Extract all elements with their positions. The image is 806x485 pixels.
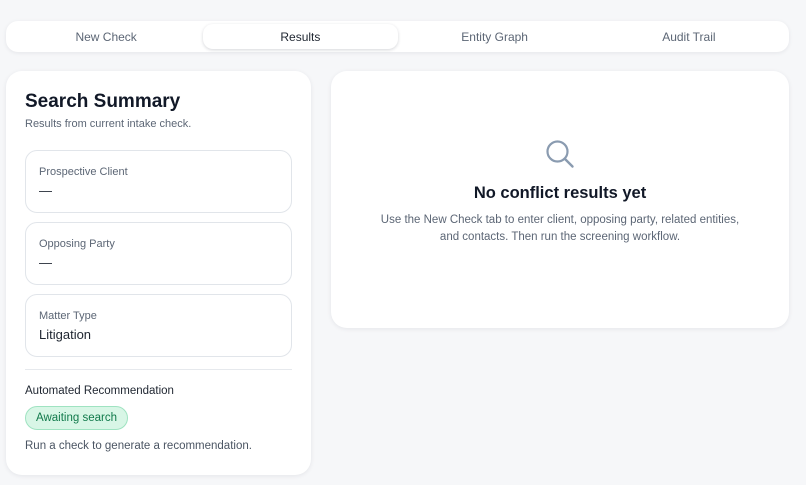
tab-bar: New Check Results Entity Graph Audit Tra…: [6, 21, 789, 52]
divider: [25, 369, 292, 370]
tab-audit-trail[interactable]: Audit Trail: [592, 24, 786, 49]
field-value: Litigation: [39, 327, 92, 342]
search-summary-panel: Search Summary Results from current inta…: [6, 71, 311, 475]
search-icon: [546, 140, 574, 168]
results-panel: No conflict results yet Use the New Chec…: [331, 71, 789, 328]
summary-title: Search Summary: [25, 91, 181, 112]
status-badge: Awaiting search: [25, 406, 128, 430]
field-label: Opposing Party: [39, 238, 115, 250]
empty-state-message: Use the New Check tab to enter client, o…: [380, 214, 740, 243]
tab-results[interactable]: Results: [203, 24, 398, 49]
field-value: —: [39, 183, 52, 198]
field-label: Prospective Client: [39, 166, 128, 178]
empty-state-title: No conflict results yet: [473, 184, 647, 202]
field-label: Matter Type: [39, 310, 97, 322]
tab-entity-graph[interactable]: Entity Graph: [398, 24, 592, 49]
summary-subtitle: Results from current intake check.: [25, 118, 192, 130]
recommendation-note: Run a check to generate a recommendation…: [25, 440, 252, 452]
opposing-party-card: Opposing Party —: [25, 222, 292, 285]
recommendation-label: Automated Recommendation: [25, 385, 174, 397]
tab-new-check[interactable]: New Check: [9, 24, 203, 49]
prospective-client-card: Prospective Client —: [25, 150, 292, 213]
field-value: —: [39, 255, 52, 270]
matter-type-card: Matter Type Litigation: [25, 294, 292, 357]
